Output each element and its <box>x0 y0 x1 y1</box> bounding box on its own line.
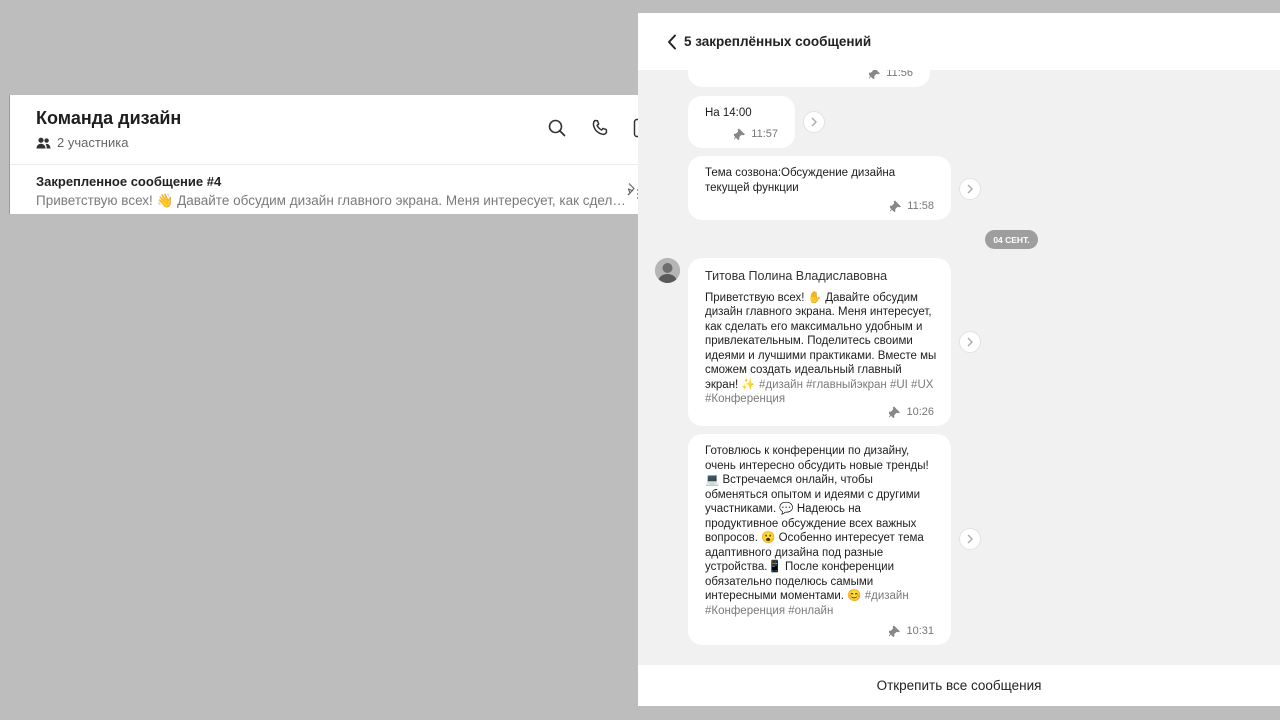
go-to-message-button[interactable] <box>959 331 981 353</box>
go-to-message-button[interactable] <box>803 111 825 133</box>
people-icon <box>36 137 51 148</box>
chevron-right-icon <box>811 117 817 127</box>
chevron-right-icon <box>967 337 973 347</box>
pinned-message-bar[interactable]: Закрепленное сообщение #4 Приветствую вс… <box>10 165 672 213</box>
search-button[interactable] <box>546 117 568 139</box>
message-body: Приветствую всех! ✋ Давайте обсудим диза… <box>705 291 937 391</box>
go-to-message-button[interactable] <box>959 178 981 200</box>
chat-members-count[interactable]: 2 участника <box>36 135 128 150</box>
message-text: Готовлюсь к конференции по дизайну, очен… <box>705 444 937 618</box>
chevron-left-icon <box>668 34 676 49</box>
pin-icon <box>890 200 902 212</box>
message-body: Готовлюсь к конференции по дизайну, очен… <box>705 445 929 602</box>
phone-icon <box>592 119 608 136</box>
avatar-image <box>655 258 680 283</box>
message-author: Титова Полина Владиславовна <box>705 269 888 283</box>
message-text: На 14:00 <box>705 107 752 119</box>
panel-title: 5 закреплённых сообщений <box>684 34 872 49</box>
message-text: Приветствую всех! ✋ Давайте обсудим диза… <box>705 291 937 407</box>
pinned-message[interactable]: На 14:00 11:57 <box>688 96 795 148</box>
pinned-message-preview: Приветствую всех! 👋 Давайте обсудим диза… <box>36 193 626 208</box>
message-time: 11:58 <box>907 199 934 212</box>
pin-icon <box>734 128 746 140</box>
members-label: 2 участника <box>57 135 129 150</box>
chat-header: Команда дизайн 2 участника <box>10 95 672 165</box>
message-meta: 11:57 <box>734 127 778 142</box>
go-to-message-button[interactable] <box>959 528 981 550</box>
pinned-message[interactable]: Готовлюсь к конференции по дизайну, очен… <box>688 434 951 645</box>
panel-header: 5 закреплённых сообщений <box>638 13 1280 70</box>
call-button[interactable] <box>589 117 611 139</box>
message-text: Тема созвона:Обсуждение дизайна текущей … <box>705 167 896 194</box>
chevron-right-icon <box>967 184 973 194</box>
pinned-messages-panel: 5 закреплённых сообщений 11:56 На 14:00 … <box>638 13 1280 706</box>
avatar[interactable] <box>655 258 680 283</box>
pin-icon <box>889 406 901 418</box>
message-time: 10:31 <box>906 624 934 637</box>
message-meta: 10:31 <box>889 624 934 639</box>
chevron-right-icon <box>967 534 973 544</box>
chat-title: Команда дизайн <box>36 108 182 128</box>
search-icon <box>548 119 566 137</box>
message-meta: 10:26 <box>889 405 934 420</box>
pinned-message[interactable]: Титова Полина Владиславовна Приветствую … <box>688 258 951 426</box>
pinned-message[interactable]: Тема созвона:Обсуждение дизайна текущей … <box>688 156 951 220</box>
chat-header-card: Команда дизайн 2 участника Закрепленное … <box>9 95 672 214</box>
pin-icon <box>889 625 901 637</box>
message-time: 10:26 <box>906 405 934 418</box>
unpin-all-button[interactable]: Открепить все сообщения <box>638 665 1280 706</box>
message-time: 11:57 <box>751 127 778 140</box>
date-separator: 04 СЕНТ. <box>985 230 1038 249</box>
pinned-message-title: Закрепленное сообщение #4 <box>36 174 222 189</box>
back-button[interactable] <box>662 32 682 52</box>
message-meta: 11:58 <box>890 199 934 214</box>
